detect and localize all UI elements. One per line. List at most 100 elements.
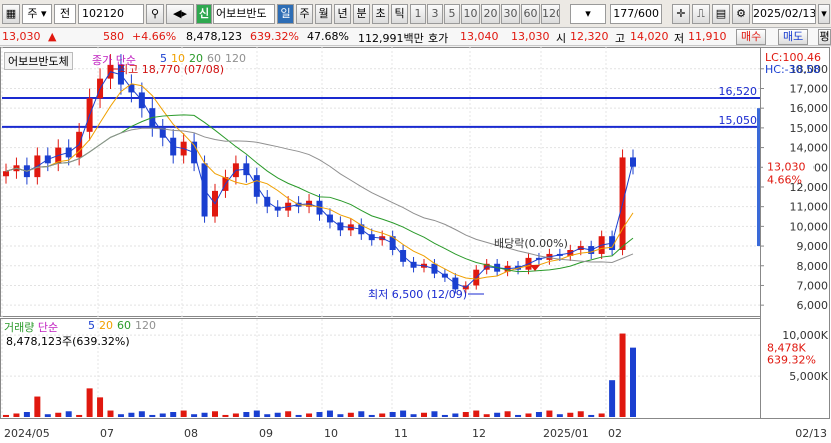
price-tick-label: 17,000 [790,82,829,95]
low-value: 11,910 [688,30,727,43]
hold-button[interactable]: 평 [818,29,831,45]
volume-bar [337,414,344,417]
date-input[interactable]: 2025/02/13 [752,4,816,24]
volume-bar [326,410,333,417]
period-tab-5[interactable]: 초 [372,4,389,24]
price-chart-title[interactable]: 어보브반도체 [4,52,73,70]
current-price-tag: 13,030 [767,161,806,174]
x-tick-label: 10 [324,427,338,440]
volume-bar [441,414,448,417]
volume-bar [232,413,239,417]
code-input[interactable]: 102120 [78,4,144,24]
interval-tab-20[interactable]: 20 [481,4,500,24]
high-label: 고 [615,32,626,45]
app-menu-icon[interactable]: ▦ [2,4,20,24]
period-tab-0[interactable]: 일 [277,4,294,24]
period-tab-6[interactable]: 틱 [391,4,408,24]
volume-bar [598,413,605,417]
volume-ma-period-20: 20 [99,319,113,332]
chart-panel[interactable]: 18,00017,00016,00015,00014,00013,00012,0… [0,47,831,443]
volume-bar [368,414,375,417]
search-icon[interactable]: ⚲ [146,4,164,24]
price-tick-label: 11,000 [790,201,829,214]
interval-tab-120[interactable]: 120 [541,4,560,24]
volume-bar [525,413,532,417]
calendar-icon[interactable]: ▾ [818,4,830,24]
crosshair-icon[interactable]: ✛ [672,4,690,24]
price-tick-label: 6,000 [797,299,829,312]
sell-button[interactable]: 매도 [778,29,809,45]
volume-value: 8,478,123 [186,30,242,43]
speaker-icon[interactable]: ◀▸ [166,4,194,24]
price-tick-label: 9,000 [797,240,829,253]
grid-icon[interactable]: ▤ [712,4,730,24]
volume-bar [212,411,218,417]
ask-label: 호가 [428,32,449,45]
volume-bar [295,414,302,417]
volume-bar [243,412,250,417]
quote-bar: 13,030 ▲ 580 +4.66% 8,478,123 639.32% 47… [0,28,831,46]
period-tab-2[interactable]: 월 [315,4,332,24]
stock-name-field[interactable]: 어보브반도 [213,4,275,24]
x-tick-label: 11 [394,427,408,440]
chart-canvas[interactable]: 18,00017,00016,00015,00014,00013,00012,0… [0,47,831,443]
interval-tab-5[interactable]: 5 [444,4,460,24]
interval-tab-60[interactable]: 60 [521,4,540,24]
interval-tab-30[interactable]: 30 [501,4,520,24]
volume-bar [588,414,595,417]
volume-bar [76,414,83,417]
ask-value: 13,040 [460,30,499,43]
ma-period-5: 5 [160,52,167,65]
period-tab-3[interactable]: 년 [334,4,351,24]
period-tab-4[interactable]: 분 [353,4,370,24]
volume-ma-periods: 5 20 60 120 [88,319,160,332]
ma-period-60: 60 [207,52,221,65]
market-type-select[interactable]: 주 ▾ [22,4,52,24]
interval-tab-1[interactable]: 1 [410,4,426,24]
volume-ma-period-5: 5 [88,319,95,332]
volume-bar [170,412,177,417]
candle-body [3,171,9,177]
volume-bar [358,411,365,417]
count-field[interactable]: 177/600 [610,4,662,24]
change-pct: +4.66% [132,30,177,43]
volume-bar [619,333,626,417]
buy-button[interactable]: 매수 [736,29,767,45]
volume-bar [347,412,354,417]
volume-bar [180,410,187,417]
market-type-label: 주 [27,7,38,20]
volume-bar [567,412,574,417]
volume-bar [65,411,72,417]
volume-bar [306,413,313,417]
interval-custom-input[interactable]: ▾ [570,4,606,24]
price-tick-label: 14,000 [790,142,829,155]
volume-bar [421,412,427,417]
price-tick-label: 7,000 [797,279,829,292]
volume-bar [222,414,229,417]
volume-bar [452,413,459,417]
ma-period-120: 120 [225,52,246,65]
market-all-button[interactable]: 전 [54,4,76,24]
volume-bar [504,411,511,417]
volume-bar [149,414,156,417]
ma-label: 종가 단순 [92,54,136,67]
period-tab-1[interactable]: 주 [296,4,313,24]
ratio-value: 47.68% [307,30,349,43]
interval-tab-3[interactable]: 3 [427,4,443,24]
price-tick-label: 10,000 [790,220,829,233]
line2-label: 15,050 [719,114,758,127]
price-tick-label: 8,000 [797,260,829,273]
volume-tag-pct: 639.32% [767,354,816,367]
x-tick-label: 09 [259,427,273,440]
interval-tab-10[interactable]: 10 [461,4,480,24]
low-label: 저 [674,32,685,45]
volume-bar [253,410,260,417]
volume-pct: 639.32% [250,30,299,43]
x-tick-label: 02 [608,427,622,440]
volume-bar [431,411,438,417]
count-max: /600 [634,7,659,20]
chart-type-icon[interactable]: ⎍ [692,4,710,24]
change-value: 580 [103,30,124,43]
volume-bar [274,412,281,417]
gear-icon[interactable]: ⚙ [732,4,750,24]
